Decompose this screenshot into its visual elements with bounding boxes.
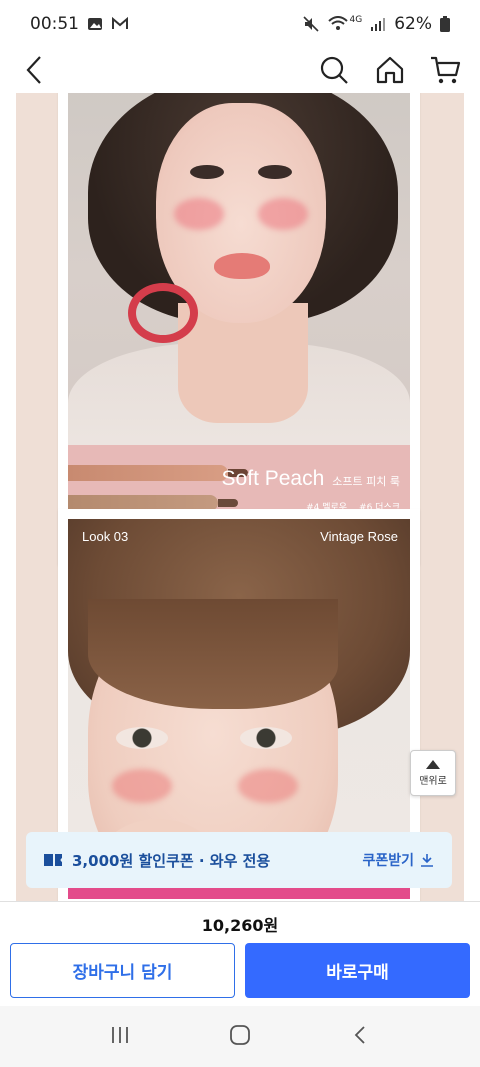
pencil-tip-2 [218, 499, 238, 507]
blush-left [112, 769, 172, 803]
eye-left [190, 165, 224, 179]
status-time: 00:51 [30, 14, 79, 34]
wifi-icon [327, 16, 348, 30]
status-left: 00:51 [30, 14, 129, 34]
look-name: Vintage Rose [320, 529, 398, 544]
eye-right [240, 727, 292, 749]
signal-icon [371, 18, 386, 31]
product-title-row: Soft Peach 소프트 피치 룩 [222, 467, 400, 491]
gallery-icon [88, 18, 102, 30]
recent-apps-button[interactable] [109, 1024, 131, 1050]
price-text: 10,260원 [201, 916, 279, 935]
status-bar: 00:51 4G 62% [0, 0, 480, 48]
cart-button[interactable] [430, 54, 462, 86]
search-button[interactable] [318, 54, 350, 86]
look-card-soft-peach: Soft Peach 소프트 피치 룩 #4 멜로우 #6 더스크 [53, 93, 425, 570]
battery-percent: 62% [394, 14, 432, 34]
back-button[interactable] [18, 54, 50, 86]
bangs-shape [88, 599, 338, 709]
mail-icon [112, 16, 128, 29]
coupon-download-label: 쿠폰받기 [362, 853, 414, 869]
arrow-up-icon [426, 759, 440, 769]
coupon-info: 3,000원 할인쿠폰 · 와우 전용 [44, 850, 270, 871]
blush-left [174, 198, 224, 230]
eye-right [258, 165, 292, 179]
home-system-button[interactable] [229, 1024, 251, 1050]
coupon-text: 3,000원 할인쿠폰 · 와우 전용 [72, 851, 271, 870]
battery-icon [440, 16, 450, 32]
lips-shape [214, 253, 270, 279]
cart-icon [431, 56, 461, 84]
coupon-banner[interactable]: 3,000원 할인쿠폰 · 와우 전용 쿠폰받기 [26, 832, 452, 888]
top-nav [0, 48, 480, 92]
scroll-top-button[interactable]: 맨위로 [410, 750, 456, 796]
download-icon [421, 854, 433, 867]
blush-right [258, 198, 308, 230]
buy-now-button[interactable]: 바로구매 [245, 943, 470, 998]
add-to-cart-button[interactable]: 장바구니 담기 [10, 943, 235, 998]
coupon-download[interactable]: 쿠폰받기 [362, 850, 434, 870]
search-icon [320, 56, 348, 84]
product-name: Soft Peach [221, 467, 325, 490]
product-subtitle: 소프트 피치 룩 [332, 475, 400, 488]
home-icon [376, 56, 404, 84]
nav-actions [318, 54, 462, 86]
look-number: Look 03 [82, 529, 129, 544]
recent-apps-icon [112, 1026, 128, 1043]
coupon-icon [44, 854, 62, 866]
home-circle-icon [230, 1024, 250, 1045]
purchase-bar: 10,260원 장바구니 담기 바로구매 [0, 901, 480, 1006]
look-photo-soft-peach: Soft Peach 소프트 피치 룩 #4 멜로우 #6 더스크 [68, 93, 410, 555]
ribbon-shape [128, 283, 198, 343]
pencil-swatch-1 [68, 465, 228, 481]
back-system-button[interactable] [349, 1024, 371, 1050]
eye-left [116, 727, 168, 749]
blush-right [238, 769, 298, 803]
system-nav-bar [0, 1006, 480, 1067]
mute-icon [302, 16, 319, 32]
back-arrow-icon [354, 1025, 365, 1044]
home-button[interactable] [374, 54, 406, 86]
network-label: 4G [349, 15, 363, 25]
status-right: 4G 62% [302, 14, 450, 34]
chevron-left-icon [26, 56, 41, 84]
product-detail-content[interactable]: Soft Peach 소프트 피치 룩 #4 멜로우 #6 더스크 Look 0… [0, 93, 480, 901]
scroll-top-label: 맨위로 [419, 775, 447, 787]
